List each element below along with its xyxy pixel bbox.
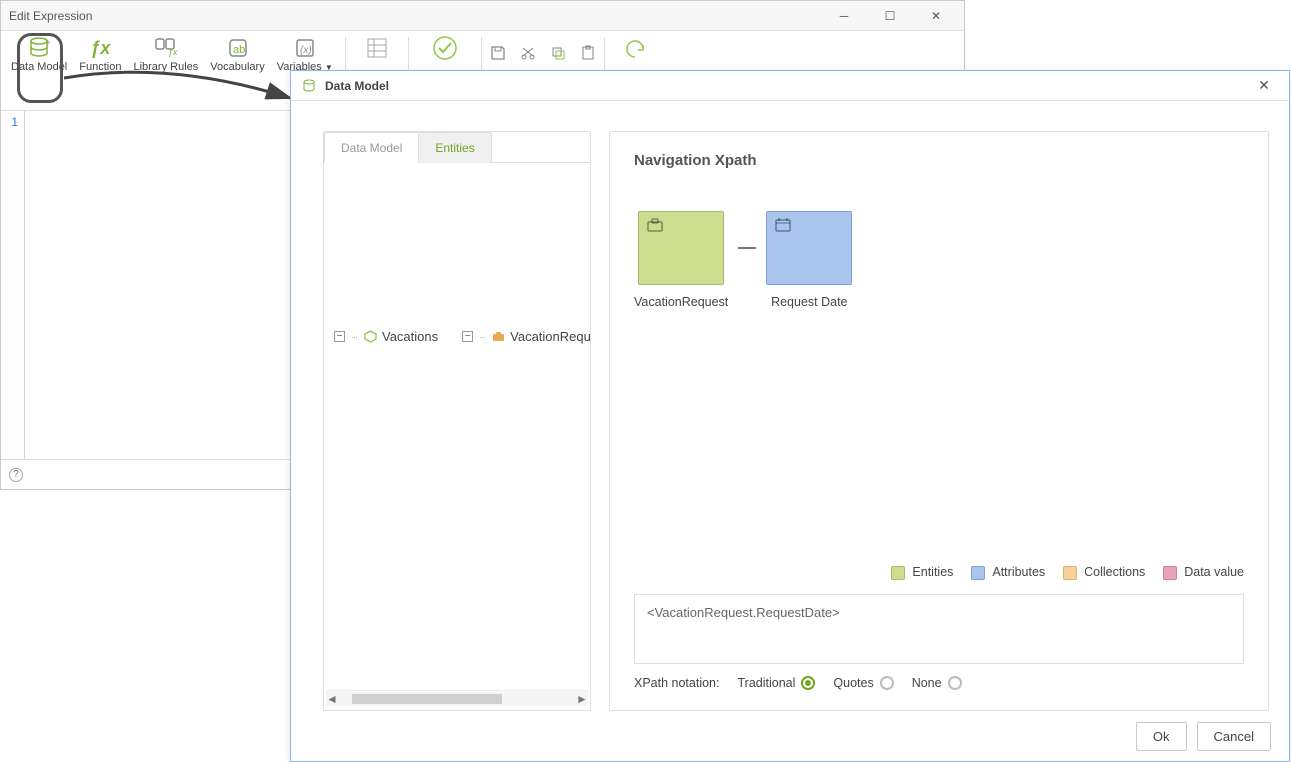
navigation-panel: Navigation Xpath VacationRequest bbox=[609, 131, 1269, 711]
tree-root[interactable]: − ··· Vacations bbox=[334, 329, 438, 344]
dialog-footer: Ok Cancel bbox=[291, 711, 1289, 761]
tree-tabs: Data Model Entities bbox=[324, 132, 590, 163]
minimize-button[interactable]: ─ bbox=[824, 5, 864, 27]
data-model-dialog: Data Model ✕ Data Model Entities − ··· V… bbox=[290, 70, 1290, 762]
collapse-icon[interactable]: − bbox=[462, 331, 473, 342]
radio-off-icon bbox=[948, 676, 962, 690]
xpath-connector bbox=[738, 247, 756, 249]
data-model-tree[interactable]: − ··· Vacations − ··· Vaca bbox=[324, 163, 590, 690]
copy-icon[interactable] bbox=[548, 43, 568, 63]
ribbon-validate[interactable] bbox=[415, 33, 475, 63]
help-icon[interactable]: ? bbox=[9, 468, 23, 482]
ribbon-data-model-label: Data Model bbox=[11, 61, 67, 73]
collapse-icon[interactable]: − bbox=[334, 331, 345, 342]
paste-icon[interactable] bbox=[578, 43, 598, 63]
cut-icon[interactable] bbox=[518, 43, 538, 63]
xpath-expression-text: <VacationRequest.RequestDate> bbox=[647, 605, 840, 620]
ribbon-function[interactable]: ƒx Function bbox=[73, 33, 127, 75]
cancel-button[interactable]: Cancel bbox=[1197, 722, 1271, 751]
svg-text:(x): (x) bbox=[300, 45, 312, 56]
calendar-icon bbox=[775, 218, 791, 234]
radio-traditional[interactable]: Traditional bbox=[737, 676, 815, 690]
briefcase-icon bbox=[647, 218, 663, 234]
radio-on-icon bbox=[801, 676, 815, 690]
briefcase-icon bbox=[491, 329, 506, 344]
xpath-node-attribute-label: Request Date bbox=[771, 295, 847, 309]
navigation-title: Navigation Xpath bbox=[634, 152, 1244, 169]
xpath-notation-row: XPath notation: Traditional Quotes None bbox=[634, 676, 1244, 690]
close-button[interactable]: ✕ bbox=[916, 5, 956, 27]
radio-off-icon bbox=[880, 676, 894, 690]
tree-root-label: Vacations bbox=[382, 329, 438, 344]
xpath-node-entity[interactable] bbox=[638, 211, 724, 285]
ribbon-variables[interactable]: (x) Variables ▼ bbox=[271, 33, 339, 75]
dialog-titlebar: Data Model ✕ bbox=[291, 71, 1289, 101]
hexagon-icon bbox=[363, 329, 378, 344]
ribbon-data-model[interactable]: + Data Model bbox=[5, 33, 73, 75]
editor-titlebar: Edit Expression ─ ☐ ✕ bbox=[1, 1, 964, 31]
legend-swatch-attributes bbox=[971, 566, 985, 580]
dialog-close-button[interactable]: ✕ bbox=[1249, 76, 1279, 96]
tree-entity-label: VacationRequest bbox=[510, 329, 590, 344]
grid-icon bbox=[362, 35, 392, 61]
library-icon: ƒx bbox=[151, 35, 181, 61]
legend-swatch-collections bbox=[1063, 566, 1077, 580]
svg-text:+: + bbox=[45, 38, 51, 49]
ribbon-undo[interactable] bbox=[611, 33, 661, 63]
check-circle-icon bbox=[430, 35, 460, 61]
dialog-title: Data Model bbox=[325, 79, 1249, 93]
vocabulary-icon: ab bbox=[223, 35, 253, 61]
xpath-notation-label: XPath notation: bbox=[634, 676, 719, 690]
legend: Entities Attributes Collections Data val… bbox=[634, 565, 1244, 580]
ribbon-placeholder-1[interactable] bbox=[352, 33, 402, 63]
database-icon: + bbox=[24, 35, 54, 61]
fx-icon: ƒx bbox=[85, 35, 115, 61]
tab-entities[interactable]: Entities bbox=[418, 132, 491, 163]
editor-title: Edit Expression bbox=[9, 9, 824, 23]
ribbon-vocabulary-label: Vocabulary bbox=[210, 61, 264, 73]
svg-text:ab: ab bbox=[233, 44, 245, 56]
xpath-node-attribute[interactable] bbox=[766, 211, 852, 285]
tab-data-model[interactable]: Data Model bbox=[324, 132, 418, 163]
maximize-button[interactable]: ☐ bbox=[870, 5, 910, 27]
legend-swatch-datavalue bbox=[1163, 566, 1177, 580]
line-gutter: 1 bbox=[1, 111, 25, 459]
tree-panel: Data Model Entities − ··· Vacations bbox=[323, 131, 591, 711]
radio-none[interactable]: None bbox=[912, 676, 962, 690]
xpath-node-entity-label: VacationRequest bbox=[634, 295, 728, 309]
variables-icon: (x) bbox=[290, 35, 320, 61]
ribbon-vocabulary[interactable]: ab Vocabulary bbox=[204, 33, 270, 75]
radio-quotes[interactable]: Quotes bbox=[833, 676, 893, 690]
undo-icon bbox=[621, 35, 651, 61]
legend-swatch-entities bbox=[891, 566, 905, 580]
save-icon[interactable] bbox=[488, 43, 508, 63]
database-icon bbox=[301, 78, 317, 94]
line-number: 1 bbox=[1, 115, 18, 129]
ribbon-function-label: Function bbox=[79, 61, 121, 73]
xpath-expression-box: <VacationRequest.RequestDate> bbox=[634, 594, 1244, 664]
ok-button[interactable]: Ok bbox=[1136, 722, 1187, 751]
svg-text:ƒx: ƒx bbox=[168, 47, 178, 57]
horizontal-scrollbar[interactable]: ◄ ► bbox=[326, 690, 588, 706]
ribbon-library-rules[interactable]: ƒx Library Rules bbox=[127, 33, 204, 75]
xpath-canvas: VacationRequest Request Date bbox=[634, 197, 1244, 557]
tree-entity[interactable]: − ··· VacationRequest bbox=[462, 329, 590, 344]
ribbon-library-rules-label: Library Rules bbox=[133, 61, 198, 73]
